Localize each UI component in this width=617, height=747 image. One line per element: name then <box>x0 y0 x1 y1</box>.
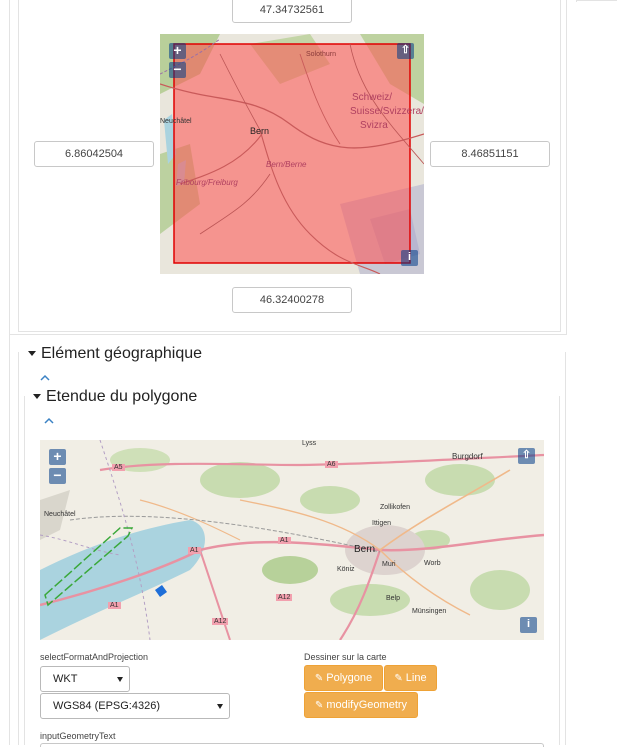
map1-info-icon[interactable]: i <box>401 250 418 266</box>
map2-label-zollikofen: Zollikofen <box>380 504 410 511</box>
map2-label-koniz: Köniz <box>337 566 355 573</box>
draw-on-map-label: Dessiner sur la carte <box>304 652 387 662</box>
caret-down-icon <box>28 351 36 357</box>
map1-zoom-out-button[interactable]: − <box>169 62 186 78</box>
map2-label-burgdorf: Burgdorf <box>452 452 483 461</box>
input-geometry-label: inputGeometryText <box>40 731 116 741</box>
map1-fullscreen-button[interactable]: ⇧ <box>397 43 414 59</box>
map2-info-icon[interactable]: i <box>520 617 537 633</box>
pencil-icon: ✎ <box>314 700 324 711</box>
bbox-map[interactable]: Solothurn Schweiz/ Suisse/Svizzera/ Sviz… <box>160 34 424 274</box>
map2-label-munsingen: Münsingen <box>412 608 447 615</box>
dropdown-arrow-icon <box>117 677 123 682</box>
pencil-icon: ✎ <box>394 673 403 684</box>
page-border-left <box>9 0 10 745</box>
page-border-top-right <box>576 0 617 1</box>
polygon-extent-title: Etendue du polygone <box>46 388 198 405</box>
bbox-map-tiles <box>160 34 424 274</box>
draw-line-button[interactable]: ✎ Line <box>384 665 437 691</box>
map1-label-fribourg: Fribourg/Freiburg <box>176 178 238 187</box>
map1-label-schweiz-3: Svizra <box>360 120 388 131</box>
polygon-panel-border-left <box>24 396 25 745</box>
map2-shield-a12-1: A12 <box>276 594 293 601</box>
format-select[interactable]: WKT <box>40 666 130 692</box>
map1-zoom-in-button[interactable]: + <box>169 43 186 59</box>
format-select-value: WKT <box>53 673 78 685</box>
polygon-map[interactable]: Lyss Burgdorf Neuchâtel Zollikofen Ittig… <box>40 440 544 640</box>
page-corner <box>576 0 577 2</box>
map1-label-schweiz-1: Schweiz/ <box>352 92 393 103</box>
input-geometry-textarea[interactable] <box>40 743 544 747</box>
pencil-icon: ✎ <box>314 673 324 684</box>
west-coordinate-input[interactable]: 6.86042504 <box>34 141 154 167</box>
map2-fullscreen-button[interactable]: ⇧ <box>518 448 535 464</box>
map2-label-lyss: Lyss <box>302 440 317 447</box>
chevron-up-icon[interactable] <box>43 417 55 425</box>
modify-geometry-label: modifyGeometry <box>326 699 408 711</box>
projection-select-value: WGS84 (EPSG:4326) <box>53 700 160 712</box>
modify-geometry-button[interactable]: ✎ modifyGeometry <box>304 692 418 718</box>
chevron-up-icon[interactable] <box>39 374 51 382</box>
map2-shield-a12-2: A12 <box>212 618 229 625</box>
draw-polygon-label: Polygone <box>326 672 373 684</box>
geo-element-heading[interactable]: Elément géographique <box>28 345 202 363</box>
map2-shield-a5: A5 <box>112 464 125 471</box>
map1-label-neuchatel: Neuchâtel <box>160 118 192 125</box>
draw-polygon-button[interactable]: ✎ Polygone <box>304 665 383 691</box>
map2-label-worb: Worb <box>424 560 441 567</box>
panel-border-bottom <box>9 334 567 335</box>
projection-select[interactable]: WGS84 (EPSG:4326) <box>40 693 230 719</box>
dropdown-arrow-icon <box>217 704 223 709</box>
panel-inner-border-left <box>18 0 19 332</box>
geo-panel-border-left <box>18 352 19 745</box>
map2-shield-a1-2: A1 <box>278 537 291 544</box>
map1-label-schweiz-2: Suisse/Svizzera/ <box>350 106 424 117</box>
map2-label-muri: Muri <box>382 561 396 568</box>
geo-element-title: Elément géographique <box>41 345 203 362</box>
panel-border-right <box>566 0 567 335</box>
caret-down-icon <box>33 394 41 400</box>
select-format-label: selectFormatAndProjection <box>40 652 149 662</box>
map1-label-bern: Bern <box>250 126 270 136</box>
map2-zoom-in-button[interactable]: + <box>49 449 66 465</box>
east-coordinate-input[interactable]: 8.46851151 <box>430 141 550 167</box>
map2-zoom-out-button[interactable]: − <box>49 468 66 484</box>
map2-shield-a6: A6 <box>325 461 338 468</box>
polygon-extent-heading[interactable]: Etendue du polygone <box>33 388 197 406</box>
map1-label-bern-berne: Bern/Berne <box>266 160 307 169</box>
geo-panel-border-right <box>565 352 566 745</box>
map2-label-bern: Bern <box>354 544 376 555</box>
panel-inner-border-right <box>560 0 561 332</box>
polygon-panel-border-right <box>559 396 560 745</box>
map1-label-solothurn: Solothurn <box>306 51 336 58</box>
north-coordinate-input[interactable]: 47.34732561 <box>232 0 352 23</box>
panel-inner-border-bottom <box>18 331 561 332</box>
south-coordinate-input[interactable]: 46.32400278 <box>232 287 352 313</box>
map2-shield-a1-1: A1 <box>188 547 201 554</box>
map2-label-ittigen: Ittigen <box>372 520 392 527</box>
draw-line-label: Line <box>405 672 427 684</box>
map2-shield-a1-3: A1 <box>108 602 121 609</box>
map2-label-neuchatel: Neuchâtel <box>44 511 76 518</box>
map2-label-belp: Belp <box>386 595 401 602</box>
